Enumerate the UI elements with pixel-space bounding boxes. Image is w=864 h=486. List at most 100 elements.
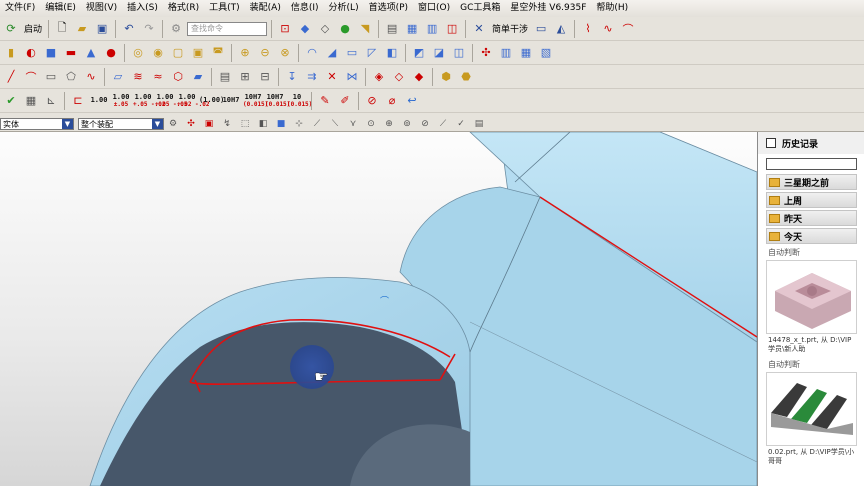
history-thumbnail-1[interactable] <box>766 260 857 334</box>
tolerance-button-7[interactable]: 10H7 <box>221 92 241 110</box>
select-all-icon[interactable]: ✣ <box>182 117 200 130</box>
hole-icon[interactable]: ◎ <box>129 44 147 62</box>
intersection-snap-icon[interactable]: ⋎ <box>344 117 362 130</box>
cylinder-icon[interactable]: ▬ <box>62 44 80 62</box>
return-arrow-icon[interactable]: ↩ <box>403 92 421 110</box>
curve-rule-icon[interactable]: ↯ <box>218 117 236 130</box>
point-on-face-snap-icon[interactable]: ⊘ <box>416 117 434 130</box>
face-analysis-icon[interactable]: ◈ <box>370 68 388 86</box>
bounded-plane-icon[interactable]: ▰ <box>189 68 207 86</box>
menu-window[interactable]: 窗口(O) <box>413 0 455 17</box>
quadrant-snap-icon[interactable]: ⊕ <box>380 117 398 130</box>
intersection-curve-icon[interactable]: ✕ <box>323 68 341 86</box>
reuse-library-icon[interactable]: ⬢ <box>437 68 455 86</box>
edge-blend-icon[interactable]: ◠ <box>303 44 321 62</box>
spline-icon[interactable]: ∿ <box>599 20 617 38</box>
menu-gc-toolbox[interactable]: GC工具箱 <box>455 0 505 17</box>
command-search-input[interactable]: 查找命令 <box>187 21 268 36</box>
sew-icon[interactable]: ⊞ <box>236 68 254 86</box>
component-icon[interactable]: ▥ <box>423 20 441 38</box>
open-folder-icon[interactable]: ▰ <box>73 20 91 38</box>
menu-preferences[interactable]: 首选项(P) <box>364 0 413 17</box>
point-on-curve-snap-icon[interactable]: ⊚ <box>398 117 416 130</box>
undo-icon[interactable]: ↶ <box>120 20 138 38</box>
curvature-icon[interactable]: ◇ <box>390 68 408 86</box>
block-icon[interactable]: ■ <box>42 44 60 62</box>
shell-icon[interactable]: ▭ <box>343 44 361 62</box>
face-rule-icon[interactable]: ◧ <box>254 117 272 130</box>
render-sphere-icon[interactable]: ● <box>336 20 354 38</box>
menu-xingkong-plugin[interactable]: 星空外挂 V6.935F <box>505 0 591 17</box>
menu-format[interactable]: 格式(R) <box>163 0 204 17</box>
simple-interference-label[interactable]: 简单干涉 <box>490 22 530 35</box>
line-icon[interactable]: ╱ <box>2 68 20 86</box>
subtract-icon[interactable]: ⊖ <box>256 44 274 62</box>
groove-icon[interactable]: ◚ <box>209 44 227 62</box>
analysis-icon[interactable]: ◭ <box>552 20 570 38</box>
box-select-icon[interactable]: ⬚ <box>236 117 254 130</box>
intersect-icon[interactable]: ⊗ <box>276 44 294 62</box>
start-icon[interactable]: ⟳ <box>2 20 20 38</box>
datum-icon[interactable]: ⊾ <box>42 92 60 110</box>
history-folder-yesterday[interactable]: 昨天 <box>766 210 857 226</box>
history-thumbnail-2[interactable] <box>766 372 857 446</box>
extrude-icon[interactable]: ▮ <box>2 44 20 62</box>
surface-finish-icon[interactable]: ✎ <box>316 92 334 110</box>
through-curves-icon[interactable]: ≋ <box>129 68 147 86</box>
boss-icon[interactable]: ◉ <box>149 44 167 62</box>
menu-assembly[interactable]: 装配(A) <box>245 0 286 17</box>
tolerance-button-4[interactable]: 1.00 +.05 -.05 <box>155 92 188 110</box>
menu-analysis[interactable]: 分析(L) <box>324 0 364 17</box>
measure-icon[interactable]: ▭ <box>532 20 550 38</box>
ruled-surface-icon[interactable]: ▱ <box>109 68 127 86</box>
offset-curve-icon[interactable]: ⇉ <box>303 68 321 86</box>
offset-face-icon[interactable]: ◧ <box>383 44 401 62</box>
tolerance-button-8[interactable]: 10H7 (0.015) <box>243 92 268 110</box>
menu-tools[interactable]: 工具(T) <box>204 0 245 17</box>
draft-icon[interactable]: ◸ <box>363 44 381 62</box>
cad-model-view[interactable]: ⌒ ☛ <box>0 132 757 486</box>
diameter-icon[interactable]: ⌀ <box>383 92 401 110</box>
split-body-icon[interactable]: ◪ <box>430 44 448 62</box>
studio-spline-icon[interactable]: ∿ <box>82 68 100 86</box>
graphics-viewport[interactable]: ⌒ ☛ <box>0 132 757 486</box>
sphere-icon[interactable]: ● <box>102 44 120 62</box>
chamfer-icon[interactable]: ◢ <box>323 44 341 62</box>
checkmark-icon[interactable]: ✔ <box>2 92 20 110</box>
tolerance-button-6[interactable]: (1.00) <box>199 92 224 110</box>
save-icon[interactable]: ▣ <box>93 20 111 38</box>
filter-settings-icon[interactable]: ⚙ <box>164 117 182 130</box>
weld-symbol-icon[interactable]: ✐ <box>336 92 354 110</box>
body-select-icon[interactable]: ■ <box>272 117 290 130</box>
menu-edit[interactable]: 编辑(E) <box>40 0 81 17</box>
arc-center-snap-icon[interactable]: ⊙ <box>362 117 380 130</box>
unite-icon[interactable]: ⊕ <box>236 44 254 62</box>
menu-file[interactable]: 文件(F) <box>0 0 40 17</box>
endpoint-snap-icon[interactable]: ⊹ <box>290 117 308 130</box>
tangent-snap-icon[interactable]: ✓ <box>452 117 470 130</box>
delete-face-icon[interactable]: ▧ <box>537 44 555 62</box>
n-sided-surface-icon[interactable]: ⬡ <box>169 68 187 86</box>
snap-options-icon[interactable]: ▤ <box>470 117 488 130</box>
menu-insert[interactable]: 插入(S) <box>122 0 163 17</box>
hide-icon[interactable]: ◥ <box>356 20 374 38</box>
type-filter-dropdown[interactable]: 实体 ▼ <box>0 117 74 130</box>
history-folder-three-weeks-ago[interactable]: 三星期之前 <box>766 174 857 190</box>
polygon-icon[interactable]: ⬠ <box>62 68 80 86</box>
fit-view-icon[interactable]: ⊡ <box>276 20 294 38</box>
layer-icon[interactable]: ▤ <box>383 20 401 38</box>
history-folder-last-week[interactable]: 上周 <box>766 192 857 208</box>
tolerance-button-5[interactable]: 1.00 +.02 -.02 <box>177 92 210 110</box>
repeat-command-icon[interactable]: ⚙ <box>167 20 185 38</box>
pad-icon[interactable]: ▣ <box>189 44 207 62</box>
constraint-icon[interactable]: ◫ <box>443 20 461 38</box>
section-curve-icon[interactable]: ⋈ <box>343 68 361 86</box>
move-face-icon[interactable]: ▥ <box>497 44 515 62</box>
project-curve-icon[interactable]: ↧ <box>283 68 301 86</box>
tolerance-button-1[interactable]: 1.00 <box>89 92 109 110</box>
existing-point-snap-icon[interactable]: ⟋ <box>434 117 452 130</box>
bridge-curve-icon[interactable]: ⌒ <box>619 20 637 38</box>
panel-pin-checkbox[interactable] <box>766 138 776 148</box>
sync-modeling-icon[interactable]: ✣ <box>477 44 495 62</box>
midpoint-snap-icon[interactable]: ⟋ <box>308 117 326 130</box>
